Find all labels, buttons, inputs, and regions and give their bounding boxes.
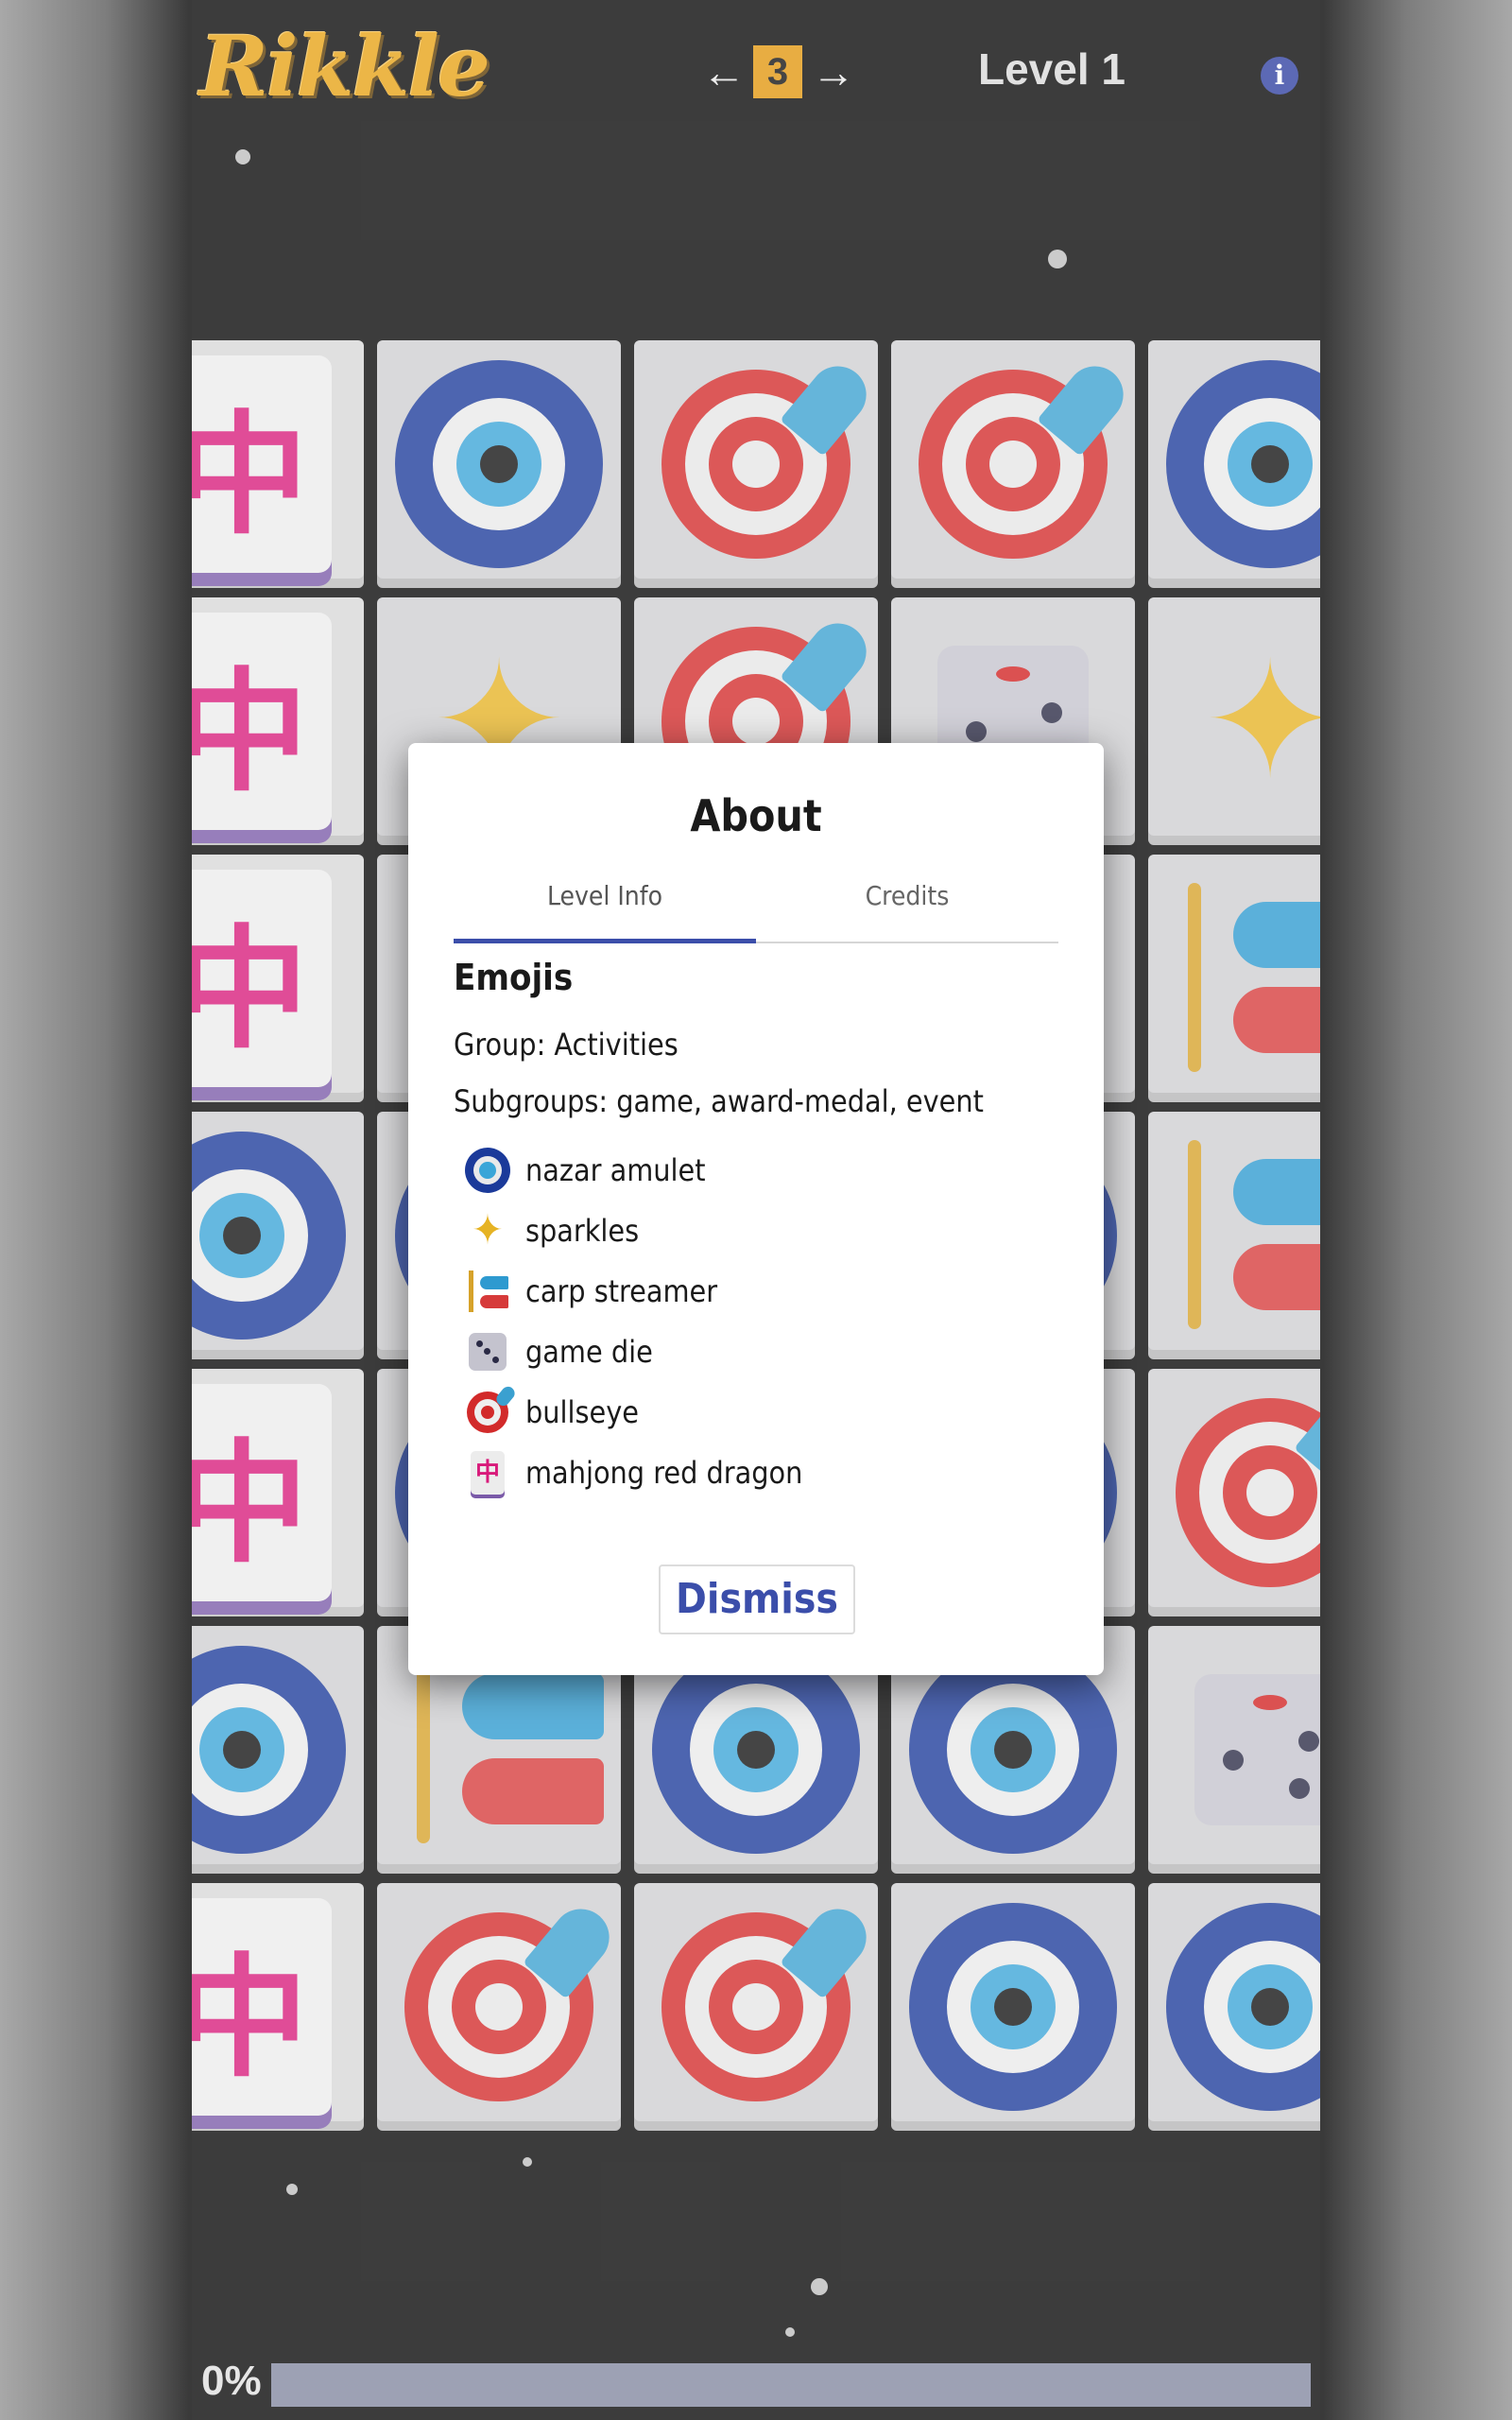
level-info-panel: Emojis Group: Activities Subgroups: game… xyxy=(454,957,1058,1503)
game-die-icon xyxy=(463,1327,512,1376)
progress-bar xyxy=(271,2363,1311,2407)
game-screen: Rikkle ← 3 → Level 1 i 中中✦✦中✦中中 About Le… xyxy=(192,0,1320,2420)
list-item: bullseye xyxy=(454,1382,1058,1443)
emoji-list: nazar amulet ✦ sparkles carp streamer ga… xyxy=(454,1140,1058,1503)
list-item: 中 mahjong red dragon xyxy=(454,1443,1058,1503)
list-item-label: carp streamer xyxy=(525,1273,718,1309)
list-item-label: nazar amulet xyxy=(525,1152,706,1188)
carp-streamer-icon xyxy=(463,1267,512,1316)
dialog-tabs: Level Info Credits xyxy=(454,875,1058,943)
list-item: carp streamer xyxy=(454,1261,1058,1322)
nazar-amulet-icon xyxy=(463,1146,512,1195)
progress-percent: 0% xyxy=(201,2358,262,2404)
list-item: ✦ sparkles xyxy=(454,1201,1058,1261)
mahjong-red-dragon-icon: 中 xyxy=(463,1448,512,1497)
subgroups-text: Subgroups: game, award-medal, event xyxy=(454,1083,984,1119)
bullseye-icon xyxy=(463,1384,518,1437)
section-heading: Emojis xyxy=(454,957,574,998)
about-dialog: About Level Info Credits Emojis Group: A… xyxy=(408,743,1104,1675)
list-item-label: game die xyxy=(525,1334,653,1370)
group-text: Group: Activities xyxy=(454,1027,679,1063)
dialog-title: About xyxy=(690,790,822,841)
tab-credits[interactable]: Credits xyxy=(756,875,1058,942)
tab-level-info[interactable]: Level Info xyxy=(454,875,756,943)
list-item-label: bullseye xyxy=(525,1394,639,1430)
list-item-label: mahjong red dragon xyxy=(525,1455,803,1491)
list-item: game die xyxy=(454,1322,1058,1382)
dismiss-button[interactable]: Dismiss xyxy=(659,1564,855,1634)
list-item: nazar amulet xyxy=(454,1140,1058,1201)
sparkles-icon: ✦ xyxy=(472,1206,504,1254)
list-item-label: sparkles xyxy=(525,1213,640,1249)
